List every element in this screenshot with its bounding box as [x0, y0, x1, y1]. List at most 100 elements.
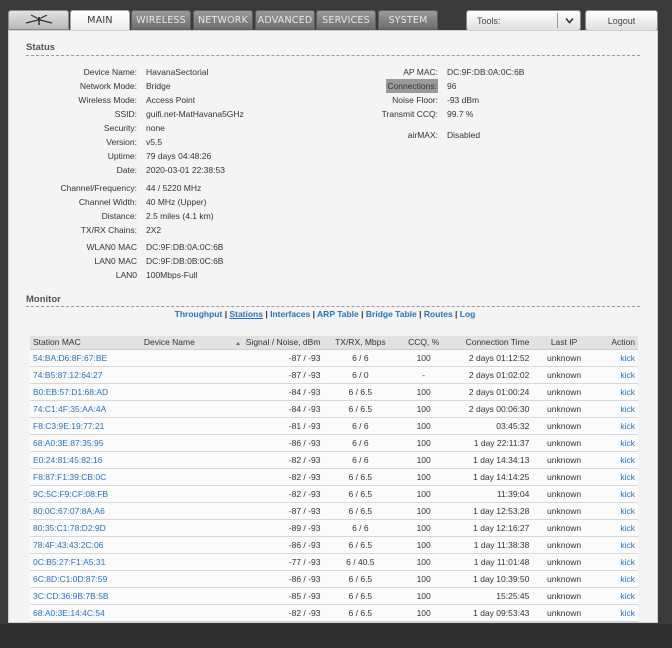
- monitor-link-throughput[interactable]: Throughput: [175, 309, 223, 319]
- col-tx-rx[interactable]: TX/RX, Mbps: [323, 336, 398, 350]
- device-name-cell: [140, 519, 213, 537]
- col-connection-time[interactable]: Connection Time: [450, 336, 533, 350]
- status-label: Channel/Frequency:: [9, 181, 137, 195]
- table-row: 68:A0:3E:87:35:95 -86 / -93 6 / 6 100 1 day …: [30, 434, 638, 452]
- station-mac-link[interactable]: 3C:CD:36:9B:7B:5B: [30, 587, 141, 605]
- station-mac-link[interactable]: 78:4F:43:43:2C:06: [30, 536, 141, 554]
- station-mac-link[interactable]: 74:B5:87:12:64:27: [30, 366, 141, 384]
- signal-noise-cell: -87 / -93: [212, 349, 324, 367]
- chevron-down-icon: [565, 17, 574, 24]
- status-label: LAN0: [9, 268, 137, 282]
- status-value: 79 days 04:48:26: [146, 149, 211, 163]
- kick-link[interactable]: kick: [595, 485, 638, 503]
- station-mac-link[interactable]: 6C:8D:C1:0D:87:59: [30, 570, 141, 588]
- monitor-link-arp-table[interactable]: ARP Table: [317, 309, 359, 319]
- tab-wireless[interactable]: WIRELESS: [131, 10, 191, 30]
- table-row: 0C:B5:27:F1:A5:31 -77 / -93 6 / 40.5 100 1 d…: [30, 553, 638, 571]
- logo-tab[interactable]: [8, 10, 69, 30]
- tx-rx-cell: 6 / 6: [323, 451, 398, 469]
- tab-services[interactable]: SERVICES: [316, 10, 376, 30]
- ccq-cell: 100: [397, 553, 451, 571]
- station-mac-link[interactable]: 68:A0:3E:87:35:95: [30, 434, 141, 452]
- station-mac-link[interactable]: 80:35:C1:78:D2:9D: [30, 519, 141, 537]
- kick-link[interactable]: kick: [595, 553, 638, 571]
- station-mac-link[interactable]: 68:A0:3E:14:4C:54: [30, 604, 141, 622]
- last-ip-cell: unknown: [532, 366, 596, 384]
- station-mac-link[interactable]: 0C:B5:27:F1:A5:31: [30, 553, 141, 571]
- kick-link[interactable]: kick: [595, 434, 638, 452]
- kick-link[interactable]: kick: [595, 502, 638, 520]
- station-mac-link[interactable]: B0:EB:57:D1:68:AD: [30, 383, 141, 401]
- tab-network[interactable]: NETWORK: [193, 10, 253, 30]
- last-ip-cell: unknown: [532, 417, 596, 435]
- monitor-link-interfaces[interactable]: Interfaces: [270, 309, 310, 319]
- monitor-link-routes[interactable]: Routes: [424, 309, 453, 319]
- col-station-mac[interactable]: Station MAC: [30, 336, 141, 350]
- tools-dropdown[interactable]: Tools:: [466, 10, 581, 31]
- table-row: 74:C1:4F:35:AA:4A -84 / -93 6 / 6.5 100 2 da…: [30, 400, 638, 418]
- kick-link[interactable]: kick: [595, 400, 638, 418]
- kick-link[interactable]: kick: [595, 349, 638, 367]
- kick-link[interactable]: kick: [595, 451, 638, 469]
- tx-rx-cell: 6 / 0: [323, 366, 398, 384]
- tab-advanced[interactable]: ADVANCED: [255, 10, 315, 30]
- station-mac-link[interactable]: E0:24:81:45:82:16: [30, 451, 141, 469]
- last-ip-cell: unknown: [532, 468, 596, 486]
- ccq-cell: 100: [397, 502, 451, 520]
- link-separator: |: [416, 309, 424, 319]
- station-mac-link[interactable]: 54:BA:D6:8F:67:BE: [30, 349, 141, 367]
- station-mac-link[interactable]: 74:C1:4F:35:AA:4A: [30, 400, 141, 418]
- connection-time-cell: 15:25:45: [450, 587, 533, 605]
- status-label-text: AP MAC:: [403, 67, 438, 77]
- monitor-link-stations[interactable]: Stations: [229, 309, 263, 319]
- connection-time-cell: 1 day 14:34:13: [450, 451, 533, 469]
- device-name-cell: [140, 349, 213, 367]
- monitor-nav: Throughput | Stations | Interfaces | ARP…: [9, 309, 641, 319]
- status-label: airMAX:: [9, 128, 438, 142]
- status-value-text: Disabled: [447, 130, 481, 140]
- tab-main[interactable]: MAIN: [70, 10, 130, 31]
- station-mac-link[interactable]: 9C:5C:F9:CF:08:FB: [30, 485, 141, 503]
- stations-table-body: 54:BA:D6:8F:67:BE -87 / -93 6 / 6 100 2 days…: [30, 349, 638, 622]
- link-separator: |: [262, 309, 271, 319]
- tx-rx-cell: 6 / 6.5: [323, 485, 398, 503]
- status-value: 96: [447, 79, 456, 93]
- status-value: 2020-03-01 22:38:53: [146, 163, 225, 177]
- tx-rx-cell: 6 / 6.5: [323, 383, 398, 401]
- connection-time-cell: 2 days 01:12:52: [450, 349, 533, 367]
- status-divider: [26, 55, 640, 56]
- kick-link[interactable]: kick: [595, 604, 638, 622]
- col-last-ip[interactable]: Last IP: [532, 336, 596, 350]
- tab-system[interactable]: SYSTEM: [378, 10, 438, 30]
- kick-link[interactable]: kick: [595, 383, 638, 401]
- col-ccq[interactable]: CCQ, %: [397, 336, 451, 350]
- col-action[interactable]: Action: [595, 336, 638, 350]
- status-value: 2X2: [146, 223, 161, 237]
- sort-arrow-icon: [235, 341, 240, 345]
- device-name-cell: [140, 485, 213, 503]
- col-signal-noise[interactable]: Signal / Noise, dBm: [212, 336, 324, 350]
- monitor-link-log[interactable]: Log: [460, 309, 476, 319]
- last-ip-cell: unknown: [532, 434, 596, 452]
- status-value-text: 96: [447, 81, 457, 91]
- station-mac-link[interactable]: F8:87:F1:39:CB:0C: [30, 468, 141, 486]
- kick-link[interactable]: kick: [595, 570, 638, 588]
- monitor-link-bridge-table[interactable]: Bridge Table: [366, 309, 417, 319]
- kick-link[interactable]: kick: [595, 536, 638, 554]
- ubiquiti-logo-icon: [25, 14, 52, 25]
- kick-link[interactable]: kick: [595, 519, 638, 537]
- status-value-text: -93 dBm: [447, 95, 480, 105]
- signal-noise-cell: -89 / -93: [212, 519, 324, 537]
- kick-link[interactable]: kick: [595, 366, 638, 384]
- kick-link[interactable]: kick: [595, 468, 638, 486]
- kick-link[interactable]: kick: [595, 417, 638, 435]
- status-value-text: DC:9F:DB:0B:0C:6B: [146, 256, 224, 266]
- logout-button[interactable]: Logout: [585, 10, 658, 31]
- status-label-text: Date:: [116, 165, 137, 175]
- station-mac-link[interactable]: 80:0C:67:07:8A:A6: [30, 502, 141, 520]
- kick-link[interactable]: kick: [595, 587, 638, 605]
- tools-label: Tools:: [477, 15, 501, 26]
- status-value: 2.5 miles (4.1 km): [146, 209, 214, 223]
- station-mac-link[interactable]: F8:C3:9E:19:77:21: [30, 417, 141, 435]
- col-device-name[interactable]: Device Name: [140, 336, 213, 350]
